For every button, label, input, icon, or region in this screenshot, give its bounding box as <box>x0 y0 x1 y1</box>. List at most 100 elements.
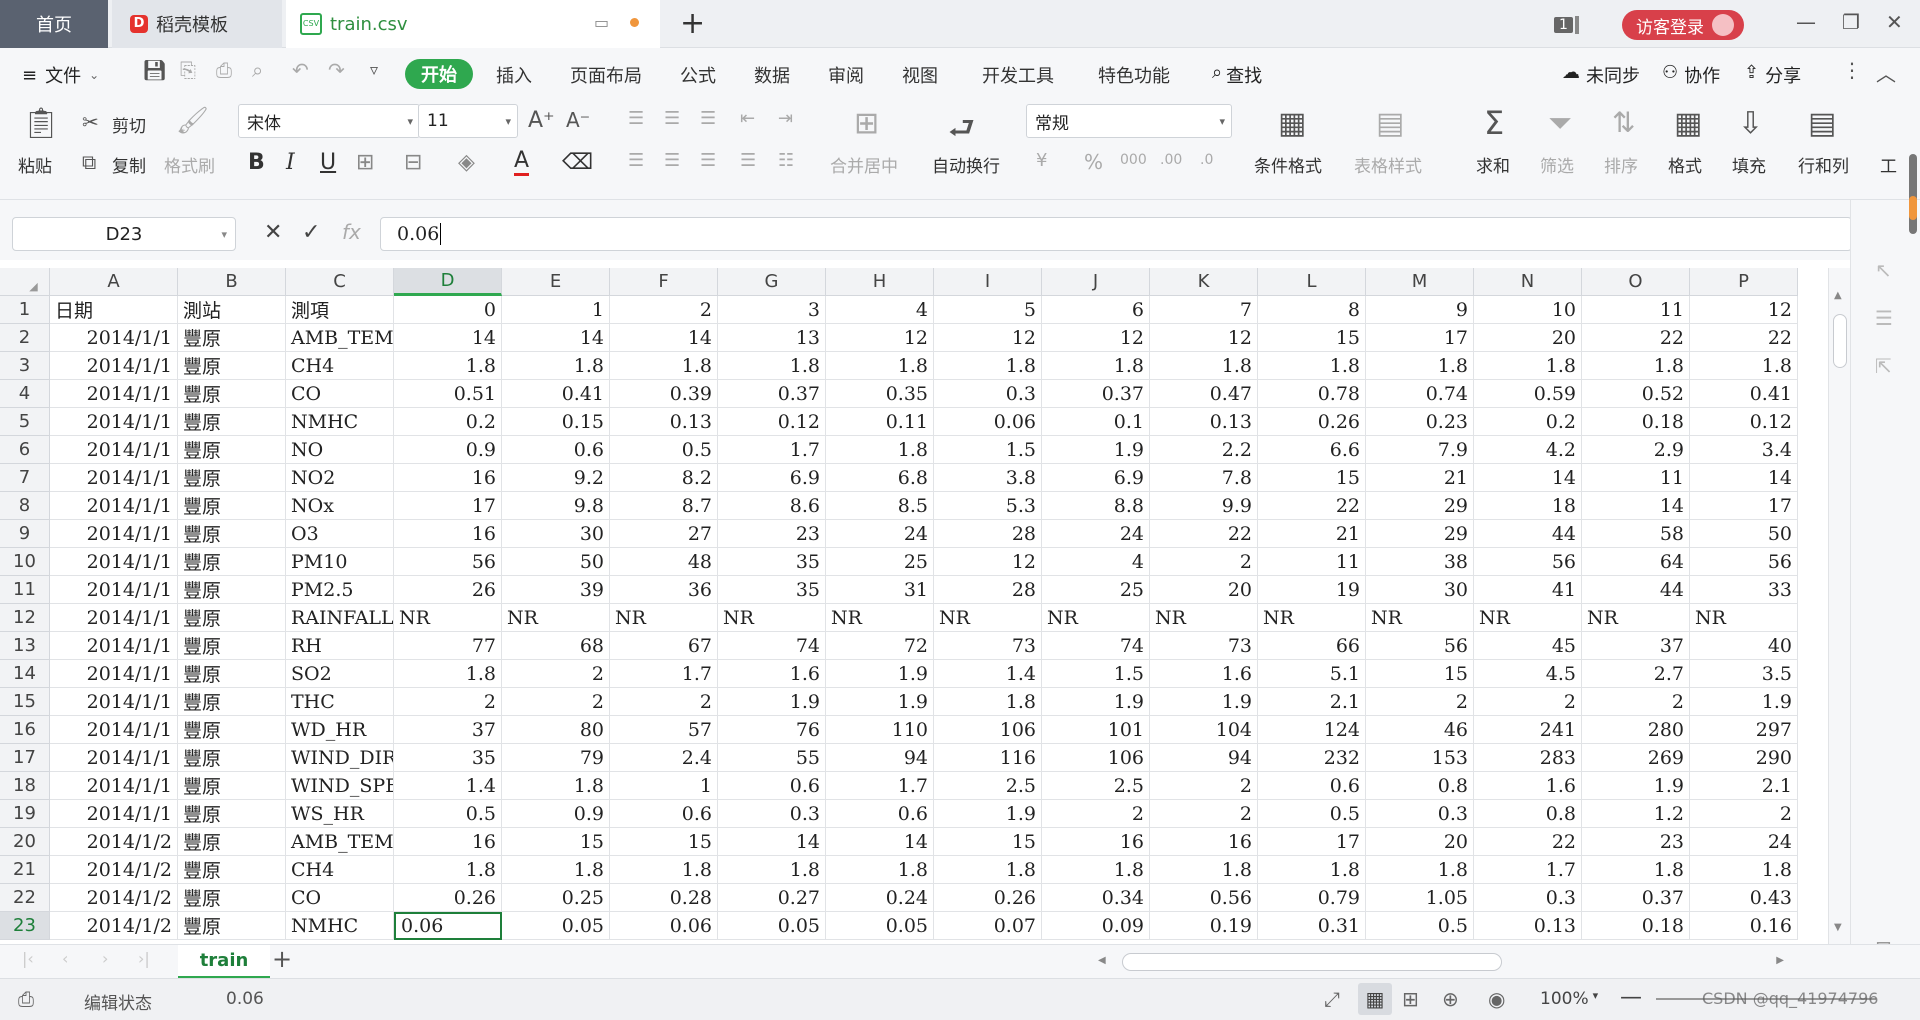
settings-sliders-icon[interactable]: ☰ <box>1875 306 1893 330</box>
cell-H13[interactable]: 72 <box>826 632 934 660</box>
indent-decrease-icon[interactable]: ⇤ <box>740 108 755 129</box>
cell-D20[interactable]: 16 <box>394 828 502 856</box>
cell-C9[interactable]: O3 <box>286 520 394 548</box>
row-header-11[interactable]: 11 <box>0 576 50 604</box>
cell-D2[interactable]: 14 <box>394 324 502 352</box>
cell-D5[interactable]: 0.2 <box>394 408 502 436</box>
cell-D9[interactable]: 16 <box>394 520 502 548</box>
cell-A19[interactable]: 2014/1/1 <box>50 800 178 828</box>
cell-J2[interactable]: 12 <box>1042 324 1150 352</box>
cell-B17[interactable]: 豐原 <box>178 744 286 772</box>
page-scroll-thumb[interactable] <box>1909 154 1917 234</box>
tab-home[interactable]: 首页 <box>0 0 108 48</box>
cell-G2[interactable]: 13 <box>718 324 826 352</box>
cell-E3[interactable]: 1.8 <box>502 352 610 380</box>
cell-K18[interactable]: 2 <box>1150 772 1258 800</box>
cell-M23[interactable]: 0.5 <box>1366 912 1474 940</box>
cell-B23[interactable]: 豐原 <box>178 912 286 940</box>
cell-M20[interactable]: 20 <box>1366 828 1474 856</box>
cell-G5[interactable]: 0.12 <box>718 408 826 436</box>
cell-O12[interactable]: NR <box>1582 604 1690 632</box>
cell-B22[interactable]: 豐原 <box>178 884 286 912</box>
cell-N6[interactable]: 4.2 <box>1474 436 1582 464</box>
menu-review[interactable]: 审阅 <box>828 62 864 88</box>
cell-K2[interactable]: 12 <box>1150 324 1258 352</box>
cell-N12[interactable]: NR <box>1474 604 1582 632</box>
cell-I22[interactable]: 0.26 <box>934 884 1042 912</box>
cell-N21[interactable]: 1.7 <box>1474 856 1582 884</box>
cell-F22[interactable]: 0.28 <box>610 884 718 912</box>
cell-M21[interactable]: 1.8 <box>1366 856 1474 884</box>
cell-J5[interactable]: 0.1 <box>1042 408 1150 436</box>
cell-F7[interactable]: 8.2 <box>610 464 718 492</box>
cell-J18[interactable]: 2.5 <box>1042 772 1150 800</box>
cell-O16[interactable]: 280 <box>1582 716 1690 744</box>
row-header-18[interactable]: 18 <box>0 772 50 800</box>
cell-G1[interactable]: 3 <box>718 296 826 324</box>
cell-P3[interactable]: 1.8 <box>1690 352 1798 380</box>
bold-icon[interactable]: B <box>248 150 265 175</box>
cell-M22[interactable]: 1.05 <box>1366 884 1474 912</box>
cursor-tool-icon[interactable]: ↖ <box>1875 258 1892 282</box>
cell-A7[interactable]: 2014/1/1 <box>50 464 178 492</box>
share-doc-icon[interactable]: ⎘ <box>180 58 196 82</box>
cell-O4[interactable]: 0.52 <box>1582 380 1690 408</box>
cell-P11[interactable]: 33 <box>1690 576 1798 604</box>
cell-G21[interactable]: 1.8 <box>718 856 826 884</box>
cell-A8[interactable]: 2014/1/1 <box>50 492 178 520</box>
close-icon[interactable]: ✕ <box>1886 10 1903 34</box>
cell-A11[interactable]: 2014/1/1 <box>50 576 178 604</box>
cell-B4[interactable]: 豐原 <box>178 380 286 408</box>
cell-P15[interactable]: 1.9 <box>1690 688 1798 716</box>
cell-J17[interactable]: 106 <box>1042 744 1150 772</box>
cell-C12[interactable]: RAINFALL <box>286 604 394 632</box>
cell-E16[interactable]: 80 <box>502 716 610 744</box>
cell-A13[interactable]: 2014/1/1 <box>50 632 178 660</box>
cell-A1[interactable]: 日期 <box>50 296 178 324</box>
row-header-8[interactable]: 8 <box>0 492 50 520</box>
cell-J10[interactable]: 4 <box>1042 548 1150 576</box>
cell-D6[interactable]: 0.9 <box>394 436 502 464</box>
cell-M10[interactable]: 38 <box>1366 548 1474 576</box>
cell-E17[interactable]: 79 <box>502 744 610 772</box>
cell-J16[interactable]: 101 <box>1042 716 1150 744</box>
menu-home[interactable]: 开始 <box>405 59 473 89</box>
cell-M7[interactable]: 21 <box>1366 464 1474 492</box>
column-header-L[interactable]: L <box>1258 268 1366 296</box>
cell-F12[interactable]: NR <box>610 604 718 632</box>
cell-D13[interactable]: 77 <box>394 632 502 660</box>
cell-N14[interactable]: 4.5 <box>1474 660 1582 688</box>
cell-P20[interactable]: 24 <box>1690 828 1798 856</box>
percent-icon[interactable]: % <box>1084 150 1103 174</box>
cell-M15[interactable]: 2 <box>1366 688 1474 716</box>
cell-I20[interactable]: 15 <box>934 828 1042 856</box>
collab-button[interactable]: ⚇ 协作 <box>1662 62 1720 88</box>
cell-M6[interactable]: 7.9 <box>1366 436 1474 464</box>
cell-D15[interactable]: 2 <box>394 688 502 716</box>
cell-O22[interactable]: 0.37 <box>1582 884 1690 912</box>
sum-button[interactable]: 求和 <box>1476 152 1510 177</box>
cell-I4[interactable]: 0.3 <box>934 380 1042 408</box>
cell-P16[interactable]: 297 <box>1690 716 1798 744</box>
conditional-format-button[interactable]: 条件格式 <box>1254 152 1322 177</box>
cell-K22[interactable]: 0.56 <box>1150 884 1258 912</box>
column-header-I[interactable]: I <box>934 268 1042 296</box>
cell-A16[interactable]: 2014/1/1 <box>50 716 178 744</box>
print-preview-icon[interactable]: ⌕ <box>252 58 263 82</box>
file-menu[interactable]: ≡ 文件 ⌄ <box>22 62 99 88</box>
cell-K23[interactable]: 0.19 <box>1150 912 1258 940</box>
cell-N22[interactable]: 0.3 <box>1474 884 1582 912</box>
align-right-icon[interactable]: ☰ <box>700 150 716 171</box>
column-header-D[interactable]: D <box>394 268 502 296</box>
cell-L5[interactable]: 0.26 <box>1258 408 1366 436</box>
cell-B19[interactable]: 豐原 <box>178 800 286 828</box>
cell-J13[interactable]: 74 <box>1042 632 1150 660</box>
cell-I12[interactable]: NR <box>934 604 1042 632</box>
cell-J15[interactable]: 1.9 <box>1042 688 1150 716</box>
cell-C19[interactable]: WS_HR <box>286 800 394 828</box>
column-header-P[interactable]: P <box>1690 268 1798 296</box>
cell-O11[interactable]: 44 <box>1582 576 1690 604</box>
collapse-ribbon-icon[interactable]: ︿ <box>1876 58 1896 87</box>
cell-I2[interactable]: 12 <box>934 324 1042 352</box>
cell-E23[interactable]: 0.05 <box>502 912 610 940</box>
